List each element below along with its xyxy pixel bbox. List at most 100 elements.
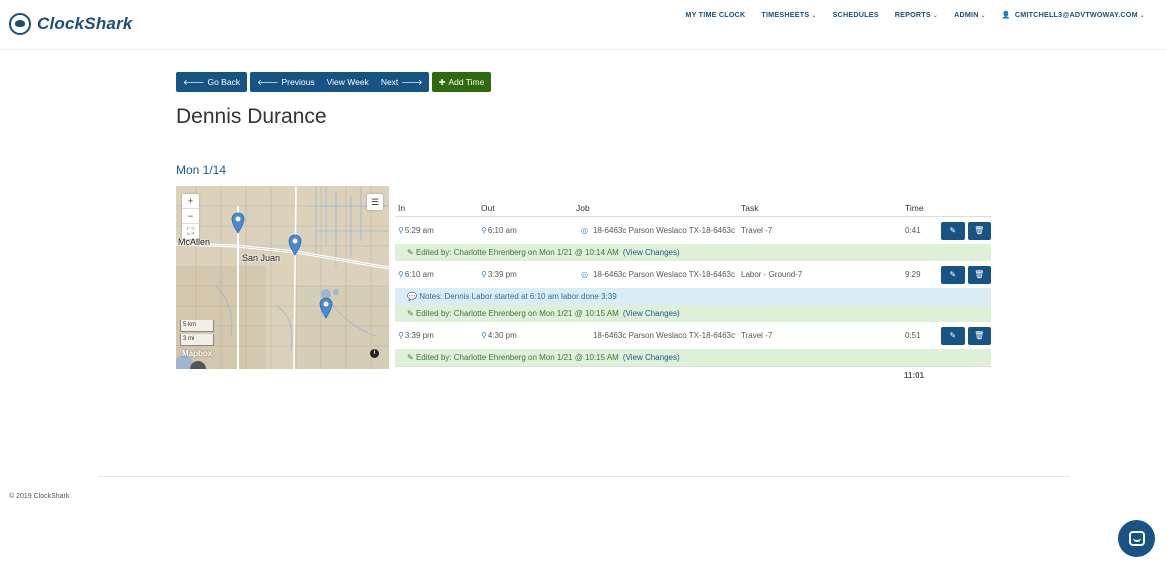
map-marker-icon: ⚲ [398,226,404,235]
trash-icon: 🗑 [974,331,985,340]
chevron-down-icon: ⌄ [980,13,986,19]
edited-text: Edited by: Charlotte Ehrenberg on Mon 1/… [415,309,619,318]
arrow-left-icon: 🡐 [183,78,205,87]
nav-reports-label: REPORTS [894,10,931,19]
edit-button[interactable]: ✎ [941,265,965,284]
layers-icon[interactable]: ☰ [367,194,383,210]
map-label-mcallen: McAllen [178,237,211,247]
edited-notice: ✎ Edited by: Charlotte Ehrenberg on Mon … [395,349,991,366]
zoom-out-button[interactable]: − [182,209,199,224]
employee-name: Dennis Durance [176,105,327,128]
chevron-down-icon: ⌄ [932,13,939,19]
chat-launcher-button[interactable] [1118,520,1155,557]
map-marker-icon: ⚲ [398,331,404,340]
view-changes-link[interactable]: (View Changes) [623,309,680,318]
edit-button[interactable]: ✎ [941,221,965,240]
view-week-label: View Week [326,77,369,87]
clockshark-logo[interactable]: ClockShark [9,13,133,35]
nav-user-menu[interactable]: 👤 CMITCHELL3@ADVTWOWAY.COM ⌄ [1002,10,1145,19]
trash-icon: 🗑 [974,270,985,279]
time-total: 0:51 [905,331,921,340]
week-nav-group: 🡐 Previous View Week Next 🡒 [250,72,429,92]
location-pin-icon[interactable] [288,234,302,256]
edited-text: Edited by: Charlotte Ehrenberg on Mon 1/… [415,248,619,257]
edit-icon: ✎ [949,226,957,235]
map-zoom-controls: + − ⛶ [182,194,199,239]
nav-timesheets[interactable]: TIMESHEETS ⌄ [761,10,816,19]
map-marker-icon: ⚲ [481,331,487,340]
main-nav: MY TIME CLOCK TIMESHEETS ⌄ SCHEDULES REPO… [669,10,1145,19]
notes-text: Notes: Dennis Labor started at 6:10 am l… [419,292,617,301]
location-pin-icon[interactable] [231,212,245,234]
footer-divider [98,476,1070,477]
shark-logo-icon [9,13,31,35]
add-time-button[interactable]: ✚ Add Time [431,72,492,92]
nav-admin[interactable]: ADMIN ⌄ [954,10,986,19]
time-total: 0:41 [905,226,921,235]
header-job: Job [576,202,590,213]
location-pin-icon[interactable] [319,297,333,319]
location-map[interactable]: + − ⛶ ☰ McAllen San Juan 5 km 3 mi Mapbo… [176,186,389,369]
crosshairs-icon: ◎ [581,270,588,279]
plus-icon: ✚ [438,77,446,87]
time-entries-table: In Out Job Task Time ⚲5:29 am ⚲6:10 am ◎… [395,199,991,384]
clock-out-time: 3:39 pm [487,270,517,279]
previous-button[interactable]: 🡐 Previous [250,72,321,92]
info-icon[interactable]: i [370,349,379,358]
arrow-right-icon: 🡒 [401,78,423,87]
delete-button[interactable]: 🗑 [967,326,991,345]
delete-button[interactable]: 🗑 [967,221,991,240]
edited-notice: ✎ Edited by: Charlotte Ehrenberg on Mon … [395,244,991,261]
clock-out-time: 4:30 pm [487,331,517,340]
go-back-label: Go Back [207,77,241,87]
clock-in-time: 6:10 am [404,270,434,279]
job-name: 18-6463c Parson Weslaco TX-18-6463c [592,270,735,279]
top-navbar: ClockShark MY TIME CLOCK TIMESHEETS ⌄ SCH… [0,0,1167,50]
next-label: Next [380,77,399,87]
crosshairs-icon: ◎ [581,226,588,235]
zoom-in-button[interactable]: + [182,194,199,209]
edited-text: Edited by: Charlotte Ehrenberg on Mon 1/… [415,353,619,362]
add-time-label: Add Time [448,77,485,87]
grand-total-time: 11:01 [904,371,925,380]
scale-km: 5 km [180,320,214,332]
trash-icon: 🗑 [974,226,985,235]
mapbox-logo[interactable]: Mapbox [182,349,212,358]
task-name: Travel -7 [741,226,773,235]
chevron-down-icon: ⌄ [1139,13,1145,19]
edit-icon: ✎ [949,331,957,340]
nav-user-label: CMITCHELL3@ADVTWOWAY.COM [1014,10,1138,19]
brand-name: ClockShark [37,14,133,33]
nav-reports[interactable]: REPORTS ⌄ [895,10,938,19]
nav-timesheets-label: TIMESHEETS [761,10,810,19]
task-name: Travel -7 [741,331,773,340]
nav-my-time-clock[interactable]: MY TIME CLOCK [685,10,745,19]
edit-button[interactable]: ✎ [941,326,965,345]
next-button[interactable]: Next 🡒 [375,72,429,92]
nav-admin-label: ADMIN [954,10,979,19]
map-marker-icon: ⚲ [481,226,487,235]
job-name: 18-6463c Parson Weslaco TX-18-6463c [592,331,735,340]
day-heading: Mon 1/14 [176,163,227,177]
view-changes-link[interactable]: (View Changes) [623,353,680,362]
header-task: Task [741,202,759,213]
total-row: 11:01 [395,366,991,384]
view-changes-link[interactable]: (View Changes) [623,248,680,257]
time-total: 9:29 [905,270,921,279]
delete-button[interactable]: 🗑 [967,265,991,284]
user-icon: 👤 [1001,12,1011,19]
nav-schedules[interactable]: SCHEDULES [833,10,879,19]
table-row: ⚲5:29 am ⚲6:10 am ◎ 18-6463c Parson Wesla… [395,217,991,244]
go-back-button[interactable]: 🡐 Go Back [176,72,248,92]
map-marker-icon: ⚲ [398,270,404,279]
header-out: Out [481,202,495,213]
edit-note-icon: ✎ [407,248,416,257]
scale-mi: 3 mi [180,334,214,346]
arrow-left-icon: 🡐 [257,78,279,87]
table-header: In Out Job Task Time [395,199,991,217]
view-week-button[interactable]: View Week [321,72,375,92]
header-time: Time [905,202,924,213]
edit-icon: ✎ [949,270,957,279]
copyright-text: © 2019 ClockShark [9,493,70,500]
job-name: 18-6463c Parson Weslaco TX-18-6463c [592,226,735,235]
